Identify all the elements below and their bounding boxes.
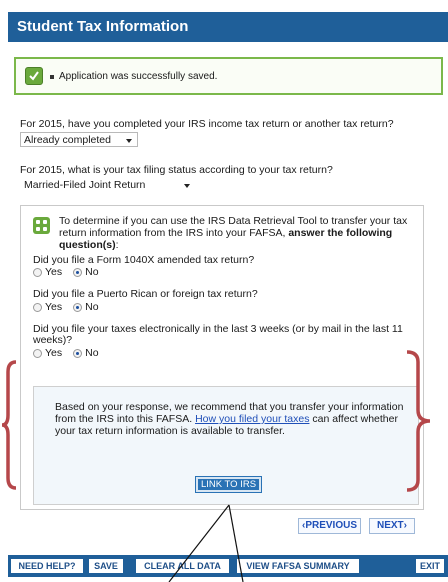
drt-instructions: To determine if you can use the IRS Data… [59,215,408,251]
filing-status-question: For 2015, what is your tax filing status… [20,164,333,176]
foreign-return-radios: Yes No [33,301,110,313]
amended-return-question: Did you file a Form 1040X amended tax re… [33,254,255,266]
exit-button[interactable]: EXIT [416,559,444,573]
page-title: Student Tax Information [17,18,189,35]
chevron-right-icon: › [403,520,407,531]
chevron-down-icon [126,139,132,143]
amended-return-radios: Yes No [33,266,110,278]
bullet-icon [50,75,54,79]
left-brace-annotation [1,360,17,490]
save-button[interactable]: SAVE [89,559,123,573]
drt-eligibility-panel: To determine if you can use the IRS Data… [20,205,424,510]
return-completed-selected: Already completed [24,134,111,146]
recent-no-radio[interactable] [73,348,83,358]
filing-status-select[interactable]: Married-Filed Joint Return [20,177,196,192]
recommendation-text: Based on your response, we recommend tha… [55,401,404,437]
recent-yes-radio[interactable] [33,348,42,358]
dots-info-icon [33,217,50,234]
link-to-irs-button[interactable]: LINK TO IRS [195,476,262,493]
foreign-return-question: Did you file a Puerto Rican or foreign t… [33,288,258,300]
page-header: Student Tax Information [8,12,448,42]
return-completed-select[interactable]: Already completed [20,132,138,147]
recent-filing-question: Did you file your taxes electronically i… [33,323,403,346]
next-button[interactable]: NEXT› [369,518,415,534]
save-confirmation-banner: Application was successfully saved. [14,57,443,95]
view-fafsa-summary-button[interactable]: VIEW FAFSA SUMMARY [237,559,359,573]
filing-status-selected: Married-Filed Joint Return [24,179,146,191]
how-you-filed-link[interactable]: How you filed your taxes [195,413,309,425]
clear-all-data-button[interactable]: CLEAR ALL DATA [136,559,229,573]
amended-yes-radio[interactable] [33,267,42,277]
return-completed-question: For 2015, have you completed your IRS in… [20,118,394,130]
save-confirmation-text: Application was successfully saved. [59,71,218,82]
right-brace-annotation [406,350,431,492]
foreign-no-radio[interactable] [73,302,83,312]
previous-button[interactable]: ‹PREVIOUS [298,518,361,534]
amended-no-radio[interactable] [73,267,83,277]
checkmark-icon [25,67,43,85]
need-help-button[interactable]: NEED HELP? [11,559,83,573]
footer-toolbar: NEED HELP? SAVE CLEAR ALL DATA VIEW FAFS… [8,555,448,577]
chevron-down-icon [184,184,190,188]
recent-filing-radios: Yes No [33,347,110,359]
foreign-yes-radio[interactable] [33,302,42,312]
irs-recommendation-box: Based on your response, we recommend tha… [33,386,419,505]
